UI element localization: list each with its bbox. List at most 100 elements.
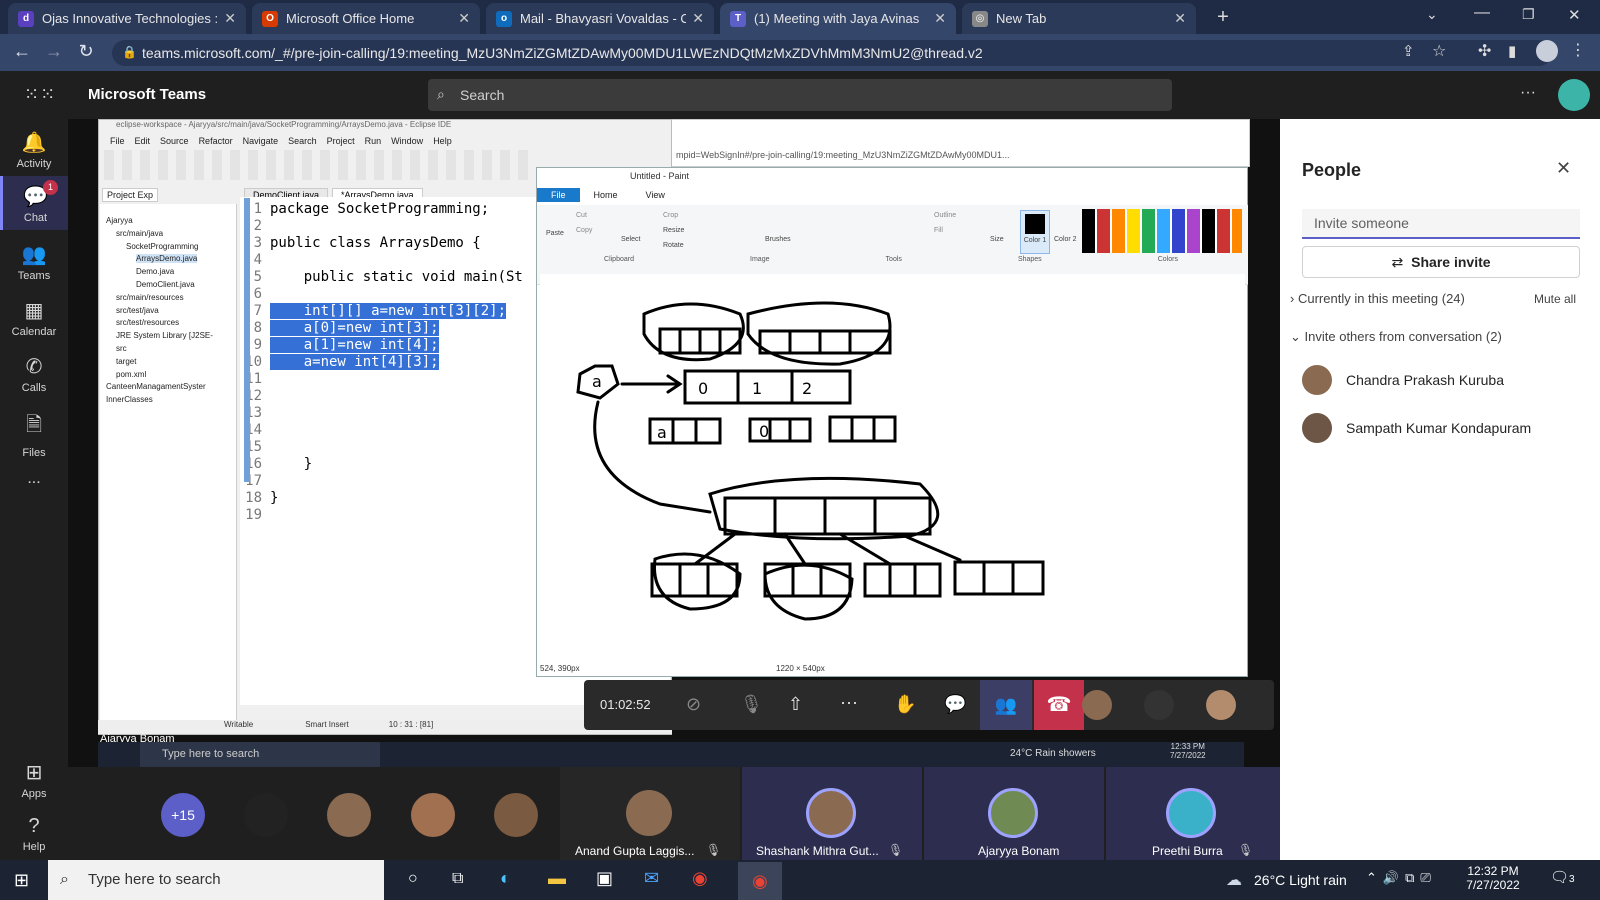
tree-item[interactable]: DemoClient.java bbox=[136, 280, 195, 289]
close-tab-icon[interactable]: ✕ bbox=[1174, 10, 1186, 27]
rail-activity[interactable]: 🔔 Activity bbox=[0, 130, 68, 170]
windows-start-icon[interactable]: ⊞ bbox=[14, 870, 29, 891]
paint-color-palette[interactable] bbox=[1082, 209, 1242, 253]
paint-tool-cut[interactable]: Cut bbox=[576, 212, 587, 219]
store-icon[interactable]: ▣ bbox=[596, 868, 613, 889]
chrome-icon[interactable]: ◉ bbox=[692, 868, 708, 889]
browser-tab-teams[interactable]: T (1) Meeting with Jaya Avinas ✕ bbox=[720, 3, 956, 34]
bookmark-star-icon[interactable]: ☆ bbox=[1432, 41, 1446, 61]
rail-calendar[interactable]: ▦ Calendar bbox=[0, 298, 68, 338]
paint-tool-rotate[interactable]: Rotate bbox=[663, 242, 684, 249]
taskbar-search[interactable]: ⌕ Type here to search bbox=[48, 860, 384, 900]
invite-others-section[interactable]: ⌄ Invite others from conversation (2) bbox=[1290, 329, 1502, 345]
tree-item[interactable]: Ajaryya bbox=[106, 216, 133, 225]
contact-row[interactable]: Chandra Prakash Kuruba bbox=[1302, 362, 1582, 398]
paint-tool-paste[interactable]: Paste bbox=[546, 230, 564, 237]
rail-more[interactable]: ... bbox=[0, 470, 68, 488]
tree-item[interactable]: target bbox=[116, 357, 136, 366]
paint-tab-view[interactable]: View bbox=[632, 188, 679, 202]
taskbar-clock[interactable]: 12:32 PM 7/27/2022 bbox=[1458, 864, 1528, 892]
paint-color2-label[interactable]: Color 2 bbox=[1054, 236, 1077, 243]
back-icon[interactable]: ← bbox=[10, 41, 34, 62]
tree-item[interactable]: SocketProgramming bbox=[126, 242, 198, 251]
paint-tool-resize[interactable]: Resize bbox=[663, 227, 684, 234]
tree-item[interactable]: Demo.java bbox=[136, 267, 174, 276]
tree-item[interactable]: src/main/resources bbox=[116, 293, 184, 302]
menu-refactor[interactable]: Refactor bbox=[199, 136, 233, 146]
overflow-participants-button[interactable]: +15 bbox=[161, 793, 205, 837]
menu-edit[interactable]: Edit bbox=[135, 136, 151, 146]
file-explorer-icon[interactable]: ▬ bbox=[548, 868, 566, 889]
paint-tool-copy[interactable]: Copy bbox=[576, 227, 592, 234]
menu-run[interactable]: Run bbox=[365, 136, 382, 146]
menu-window[interactable]: Window bbox=[391, 136, 423, 146]
close-tab-icon[interactable]: ✕ bbox=[224, 10, 236, 27]
edge-icon[interactable]: ◐ bbox=[500, 868, 511, 889]
tree-item[interactable]: CanteenManagamentSyster bbox=[106, 382, 206, 391]
share-invite-button[interactable]: ⇄ Share invite bbox=[1302, 246, 1580, 278]
paint-canvas[interactable]: a 0 1 2 a 0 bbox=[540, 274, 1245, 656]
extensions-icon[interactable]: ✣ bbox=[1478, 41, 1491, 61]
mic-off-icon[interactable]: 🎙 bbox=[740, 694, 763, 715]
invite-input[interactable]: Invite someone bbox=[1302, 209, 1580, 239]
tree-item[interactable]: pom.xml bbox=[116, 370, 146, 379]
paint-tool-brushes[interactable]: Brushes bbox=[765, 236, 791, 243]
tree-item[interactable]: src/test/java bbox=[116, 306, 159, 315]
participants-icon[interactable]: 👥 bbox=[980, 680, 1032, 730]
more-options-icon[interactable]: ··· bbox=[1520, 84, 1536, 102]
restore-icon[interactable]: ❐ bbox=[1522, 6, 1535, 23]
rail-apps[interactable]: ⊞ Apps bbox=[0, 760, 68, 800]
mute-all-button[interactable]: Mute all bbox=[1534, 292, 1576, 306]
tree-item[interactable]: InnerClasses bbox=[106, 395, 153, 404]
close-tab-icon[interactable]: ✕ bbox=[458, 10, 470, 27]
rail-calls[interactable]: ✆ Calls bbox=[0, 354, 68, 394]
forward-icon[interactable]: → bbox=[42, 41, 66, 62]
hang-up-icon[interactable]: ☎ bbox=[1034, 680, 1084, 730]
menu-help[interactable]: Help bbox=[433, 136, 452, 146]
rail-teams[interactable]: 👥 Teams bbox=[0, 242, 68, 282]
notifications-icon[interactable]: 🗨3 bbox=[1550, 868, 1575, 886]
tree-item[interactable]: src/main/java bbox=[116, 229, 163, 238]
app-launcher-icon[interactable]: ⁙⁙ bbox=[24, 84, 56, 105]
browser-tab-ojas[interactable]: d Ojas Innovative Technologies : Lo ✕ bbox=[8, 3, 246, 34]
tree-item[interactable]: ArraysDemo.java bbox=[136, 254, 198, 264]
menu-source[interactable]: Source bbox=[160, 136, 189, 146]
tree-item[interactable]: src bbox=[116, 344, 127, 353]
share-icon[interactable]: ⇪ bbox=[1402, 42, 1415, 60]
close-tab-icon[interactable]: ✕ bbox=[692, 10, 704, 27]
task-view-icon[interactable]: ⧉ bbox=[452, 870, 463, 888]
more-actions-icon[interactable]: ··· bbox=[840, 692, 858, 713]
user-avatar[interactable] bbox=[1558, 79, 1590, 111]
sidepanel-icon[interactable]: ▮ bbox=[1508, 42, 1516, 60]
minimize-icon[interactable]: — bbox=[1474, 4, 1490, 22]
browser-tab-outlook[interactable]: o Mail - Bhavyasri Vovaldas - Outlo ✕ bbox=[486, 3, 714, 34]
menu-navigate[interactable]: Navigate bbox=[243, 136, 279, 146]
close-tab-icon[interactable]: ✕ bbox=[934, 10, 946, 27]
system-tray-icons[interactable]: ⌃🔊⧉⎚ bbox=[1366, 870, 1437, 886]
new-tab-button[interactable]: + bbox=[1210, 6, 1236, 30]
close-window-icon[interactable]: ✕ bbox=[1568, 6, 1581, 24]
browser-tab-newtab[interactable]: ◎ New Tab ✕ bbox=[962, 3, 1196, 34]
paint-tool-select[interactable]: Select bbox=[621, 236, 640, 243]
chrome-active-icon[interactable]: ◉ bbox=[738, 862, 782, 900]
address-bar[interactable]: 🔒 teams.microsoft.com/_#/pre-join-callin… bbox=[112, 40, 1552, 66]
tab-search-icon[interactable]: ⌄ bbox=[1426, 6, 1438, 23]
paint-tool-crop[interactable]: Crop bbox=[663, 212, 678, 219]
in-meeting-section[interactable]: › Currently in this meeting (24) bbox=[1290, 291, 1465, 306]
tab-project-explorer[interactable]: Project Exp bbox=[102, 188, 159, 202]
browser-tab-office[interactable]: O Microsoft Office Home ✕ bbox=[252, 3, 480, 34]
rail-files[interactable]: 🗎 Files bbox=[0, 410, 68, 459]
mail-icon[interactable]: ✉ bbox=[644, 868, 659, 889]
cortana-icon[interactable]: ○ bbox=[408, 870, 418, 888]
rail-help[interactable]: ? Help bbox=[0, 815, 68, 853]
close-panel-icon[interactable]: ✕ bbox=[1556, 158, 1571, 179]
paint-tab-home[interactable]: Home bbox=[579, 188, 632, 202]
contact-row[interactable]: Sampath Kumar Kondapuram bbox=[1302, 410, 1582, 446]
paint-tool-outline[interactable]: Outline bbox=[934, 212, 956, 219]
menu-search[interactable]: Search bbox=[288, 136, 317, 146]
tree-item[interactable]: src/test/resources bbox=[116, 318, 179, 327]
tree-item[interactable]: JRE System Library [J2SE- bbox=[116, 331, 213, 340]
search-input[interactable]: ⌕ Search bbox=[428, 79, 1172, 111]
chat-icon[interactable]: 💬 bbox=[944, 694, 966, 715]
reload-icon[interactable]: ↻ bbox=[74, 41, 98, 62]
